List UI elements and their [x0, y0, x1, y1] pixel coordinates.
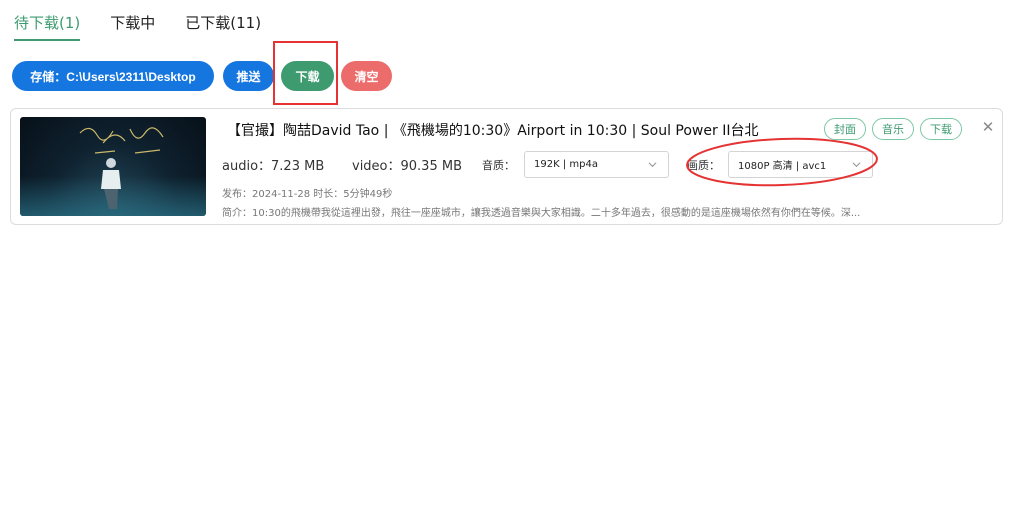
action-tags: 封面 音乐 下载: [824, 118, 962, 140]
tab-bar: 待下载(1) 下载中 已下载(11): [14, 12, 291, 41]
music-tag-button[interactable]: 音乐: [872, 118, 914, 140]
tab-pending[interactable]: 待下载(1): [14, 12, 81, 41]
video-thumbnail[interactable]: [20, 117, 206, 216]
push-button[interactable]: 推送: [223, 61, 274, 91]
performer-silhouette: [101, 158, 121, 209]
clear-button[interactable]: 清空: [341, 61, 392, 91]
audio-size: audio：7.23 MB: [222, 159, 325, 174]
chevron-down-icon: [648, 162, 657, 168]
download-button[interactable]: 下载: [281, 61, 334, 91]
cover-tag-button[interactable]: 封面: [824, 118, 866, 140]
toolbar: 存储：C:\Users\2311\Desktop 推送 下载 清空: [12, 61, 392, 91]
video-quality-label: 画质：: [687, 159, 720, 172]
storage-path-button[interactable]: 存储：C:\Users\2311\Desktop: [12, 61, 214, 91]
audio-quality-value: 192K | mp4a: [534, 159, 598, 170]
tab-downloaded[interactable]: 已下载(11): [185, 12, 261, 41]
video-description: 简介：10:30的飛機帶我從這裡出發，飛往一座座城市，讓我透過音樂與大家相識。二…: [222, 208, 861, 219]
download-tag-button[interactable]: 下载: [920, 118, 962, 140]
thumbnail-calligraphy: [79, 127, 164, 154]
publish-info: 发布：2024-11-28 时长：5分钟49秒: [222, 189, 393, 200]
video-quality-select[interactable]: 1080P 高清 | avc1: [728, 151, 873, 178]
download-item-card: 【官撮】陶喆David Tao | 《飛機場的10:30》Airport in …: [10, 108, 1003, 225]
close-icon[interactable]: ✕: [979, 118, 997, 136]
audio-quality-label: 音质：: [482, 159, 515, 172]
video-title: 【官撮】陶喆David Tao | 《飛機場的10:30》Airport in …: [227, 123, 759, 139]
audio-quality-select[interactable]: 192K | mp4a: [524, 151, 669, 178]
video-quality-value: 1080P 高清 | avc1: [738, 161, 827, 172]
chevron-down-icon: [852, 162, 861, 168]
video-size: video：90.35 MB: [352, 159, 462, 174]
tab-downloading[interactable]: 下载中: [110, 12, 155, 41]
